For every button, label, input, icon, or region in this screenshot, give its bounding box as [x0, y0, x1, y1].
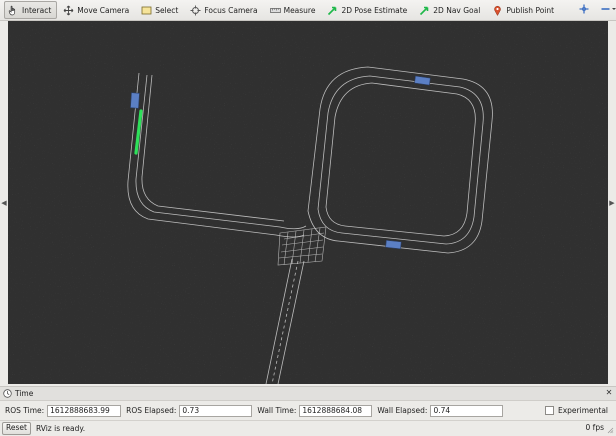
remove-tool-button[interactable] [598, 2, 616, 18]
ros-elapsed-label: ROS Elapsed: [126, 406, 177, 415]
toolbar: Interact Move Camera Select Focus Camera… [0, 0, 616, 21]
tool-measure[interactable]: Measure [266, 1, 322, 19]
time-fields-row: ROS Time: 1612888683.99 ROS Elapsed: 0.7… [0, 402, 616, 419]
fps-readout: 0 fps [585, 423, 604, 432]
crosshair-icon [190, 5, 201, 16]
status-text: RViz is ready. [35, 423, 86, 433]
tool-focus-camera[interactable]: Focus Camera [186, 1, 263, 19]
reset-button[interactable]: Reset [2, 421, 31, 435]
tool-select[interactable]: Select [137, 1, 184, 19]
collapse-left-icon[interactable]: ◀ [0, 197, 8, 209]
wall-elapsed-field[interactable]: 0.74 [430, 404, 504, 417]
tool-label: Select [155, 5, 179, 15]
tool-label: Measure [283, 5, 316, 15]
experimental-label: Experimental [557, 406, 608, 415]
tool-2d-pose-estimate[interactable]: 2D Pose Estimate [323, 1, 413, 19]
minus-dropdown-icon [601, 4, 616, 16]
time-panel-header: Time ✕ [0, 387, 616, 401]
wall-elapsed-label: Wall Elapsed: [377, 406, 428, 415]
select-box-icon [141, 5, 152, 16]
tool-label: Interact [22, 5, 52, 15]
tool-2d-nav-goal[interactable]: 2D Nav Goal [415, 1, 486, 19]
hand-pointer-icon [8, 5, 19, 16]
ros-elapsed-field[interactable]: 0.73 [179, 404, 253, 417]
tool-interact[interactable]: Interact [4, 1, 58, 19]
ros-time-field[interactable]: 1612888683.99 [47, 404, 122, 417]
collapse-right-icon[interactable]: ▶ [608, 197, 616, 209]
ros-time-label: ROS Time: [5, 406, 45, 415]
move-arrows-icon [63, 5, 74, 16]
add-tool-button[interactable] [576, 2, 592, 18]
map-pin-icon [492, 5, 503, 16]
map-render [8, 21, 608, 384]
vehicle-bottom [385, 239, 402, 250]
green-arrow-icon [419, 5, 430, 16]
3d-render-view[interactable] [8, 21, 608, 384]
wall-time-field[interactable]: 1612888684.08 [299, 404, 373, 417]
time-panel: Time ✕ ROS Time: 1612888683.99 ROS Elaps… [0, 386, 616, 421]
tool-label: 2D Nav Goal [433, 5, 481, 15]
status-bar: Reset RViz is ready. 0 fps [0, 420, 616, 435]
vehicle-ego [130, 92, 140, 109]
time-panel-title: Time [15, 389, 34, 398]
plus-crosshair-icon [579, 4, 589, 16]
tool-move-camera[interactable]: Move Camera [59, 1, 135, 19]
green-arrow-icon [327, 5, 338, 16]
experimental-checkbox[interactable] [544, 406, 554, 415]
tool-label: 2D Pose Estimate [341, 5, 408, 15]
point-cloud-noise [8, 21, 608, 384]
tool-label: Move Camera [77, 5, 130, 15]
clock-icon [3, 389, 12, 398]
wall-time-label: Wall Time: [257, 406, 297, 415]
tool-publish-point[interactable]: Publish Point [488, 1, 560, 19]
viewport-area: ◀ ▶ [0, 21, 616, 384]
tool-label: Focus Camera [204, 5, 258, 15]
resize-grip-icon[interactable] [606, 426, 614, 434]
close-icon[interactable]: ✕ [605, 389, 613, 397]
tool-label: Publish Point [506, 5, 555, 15]
ruler-icon [269, 5, 281, 16]
